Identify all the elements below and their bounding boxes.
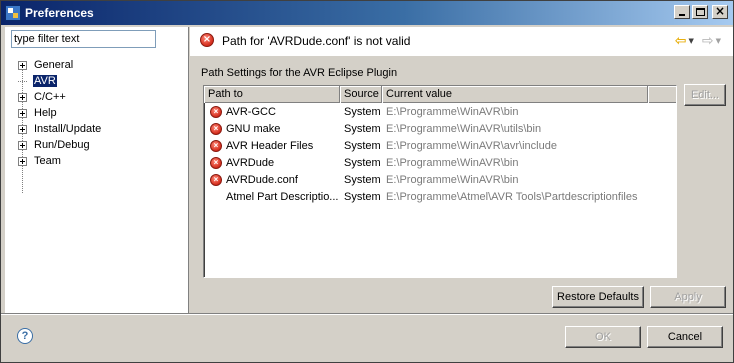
eclipse-app-icon [5, 5, 21, 21]
path-settings-table[interactable]: Path to Source Current value × AVR-GCC Sy… [203, 85, 677, 278]
column-header-path-to[interactable]: Path to [204, 86, 340, 103]
value-cell: E:\Programme\WinAVR\avr\include [386, 139, 557, 152]
filter-input[interactable] [11, 30, 156, 48]
source-cell: System [344, 173, 381, 186]
forward-arrow-icon: ⇨ [701, 33, 714, 49]
tree-connector [18, 80, 27, 82]
expand-icon[interactable] [18, 124, 27, 134]
expand-icon[interactable] [18, 92, 27, 102]
path-name: GNU make [226, 122, 281, 135]
expand-icon[interactable] [18, 108, 27, 118]
tree-item-label: Team [34, 155, 61, 167]
apply-button[interactable]: Apply [650, 286, 726, 308]
minimize-button[interactable] [674, 5, 690, 19]
tree-item-general[interactable]: General [18, 57, 102, 73]
path-to-cell: × AVR-GCC [204, 105, 340, 118]
path-to-cell: × AVR Header Files [204, 139, 340, 152]
message-bar: × Path for 'AVRDude.conf' is not valid ⇦… [190, 27, 733, 57]
path-name: AVR Header Files [226, 139, 314, 152]
table-row[interactable]: × AVRDude.conf System E:\Programme\WinAVR… [204, 171, 676, 188]
maximize-button[interactable] [692, 5, 708, 19]
restore-defaults-button[interactable]: Restore Defaults [552, 286, 644, 308]
error-icon: × [210, 173, 222, 186]
back-arrow-icon[interactable]: ⇦ [675, 34, 687, 48]
path-name: AVRDude [226, 156, 275, 169]
ok-button[interactable]: OK [565, 326, 641, 348]
expand-icon[interactable] [18, 156, 27, 166]
source-cell: System [344, 122, 381, 135]
source-cell: System [344, 105, 381, 118]
error-icon: × [210, 122, 222, 135]
history-navigation: ⇦ ▼ ⇨ ▼ [675, 34, 721, 48]
preference-tree: General AVR C/C++ Help Install/Update Ru… [18, 57, 102, 169]
tree-item-help[interactable]: Help [18, 105, 102, 121]
cancel-button[interactable]: Cancel [647, 326, 723, 348]
error-icon: × [210, 105, 222, 118]
error-icon: × [210, 139, 222, 152]
expand-icon[interactable] [18, 60, 27, 70]
column-header-source[interactable]: Source [340, 86, 382, 103]
preference-page: × Path for 'AVRDude.conf' is not valid ⇦… [190, 27, 733, 313]
path-to-cell: × AVRDude [204, 156, 340, 169]
table-row[interactable]: × AVR Header Files System E:\Programme\Wi… [204, 137, 676, 154]
tree-item-label: C/C++ [34, 91, 66, 103]
help-icon[interactable]: ? [17, 328, 33, 344]
edit-button[interactable]: Edit... [684, 84, 726, 106]
tree-item-cpp[interactable]: C/C++ [18, 89, 102, 105]
value-cell: E:\Programme\WinAVR\bin [386, 156, 519, 169]
error-icon: × [210, 156, 222, 169]
path-name: AVR-GCC [226, 105, 276, 118]
window-title: Preferences [25, 6, 94, 20]
error-message: Path for 'AVRDude.conf' is not valid [222, 34, 411, 48]
title-bar[interactable]: Preferences × [1, 1, 733, 25]
table-header: Path to Source Current value [204, 86, 676, 103]
maximize-icon [696, 8, 705, 16]
tree-item-install-update[interactable]: Install/Update [18, 121, 102, 137]
source-cell: System [344, 156, 381, 169]
tree-item-avr[interactable]: AVR [18, 73, 102, 89]
tree-item-label: AVR [33, 75, 57, 87]
path-to-cell: Atmel Part Descriptio... [204, 191, 340, 203]
error-icon: × [200, 33, 214, 47]
expand-icon[interactable] [18, 140, 27, 150]
forward-dropdown-icon: ▼ [715, 37, 721, 45]
path-to-cell: × AVRDude.conf [204, 173, 340, 186]
window-controls: × [674, 4, 728, 19]
value-cell: E:\Programme\WinAVR\bin [386, 105, 519, 118]
dialog-separator [1, 313, 733, 315]
column-header-filler [648, 86, 676, 103]
tree-item-label: General [34, 59, 74, 71]
close-button[interactable]: × [712, 4, 728, 19]
close-icon: × [714, 4, 726, 18]
back-dropdown-icon[interactable]: ▼ [688, 37, 693, 45]
table-row[interactable]: Atmel Part Descriptio... System E:\Progr… [204, 188, 676, 205]
tree-item-run-debug[interactable]: Run/Debug [18, 137, 102, 153]
path-name: Atmel Part Descriptio... [226, 190, 339, 203]
table-row[interactable]: × GNU make System E:\Programme\WinAVR\uti… [204, 120, 676, 137]
path-name: AVRDude.conf [226, 173, 298, 186]
table-row[interactable]: × AVRDude System E:\Programme\WinAVR\bin [204, 154, 676, 171]
value-cell: E:\Programme\Atmel\AVR Tools\Partdescrip… [386, 190, 638, 203]
tree-item-label: Help [34, 107, 57, 119]
table-row[interactable]: × AVR-GCC System E:\Programme\WinAVR\bin [204, 103, 676, 120]
value-cell: E:\Programme\WinAVR\bin [386, 173, 519, 186]
value-cell: E:\Programme\WinAVR\utils\bin [386, 122, 542, 135]
preference-tree-pane: General AVR C/C++ Help Install/Update Ru… [5, 27, 189, 313]
minimize-icon [679, 14, 685, 16]
tree-item-team[interactable]: Team [18, 153, 102, 169]
source-cell: System [344, 190, 381, 203]
tree-item-label: Install/Update [34, 123, 102, 135]
tree-item-label: Run/Debug [34, 139, 90, 151]
path-to-cell: × GNU make [204, 122, 340, 135]
column-header-current-value[interactable]: Current value [382, 86, 648, 103]
preferences-window: Preferences × General AVR [0, 0, 734, 363]
source-cell: System [344, 139, 381, 152]
section-label: Path Settings for the AVR Eclipse Plugin [201, 67, 398, 79]
